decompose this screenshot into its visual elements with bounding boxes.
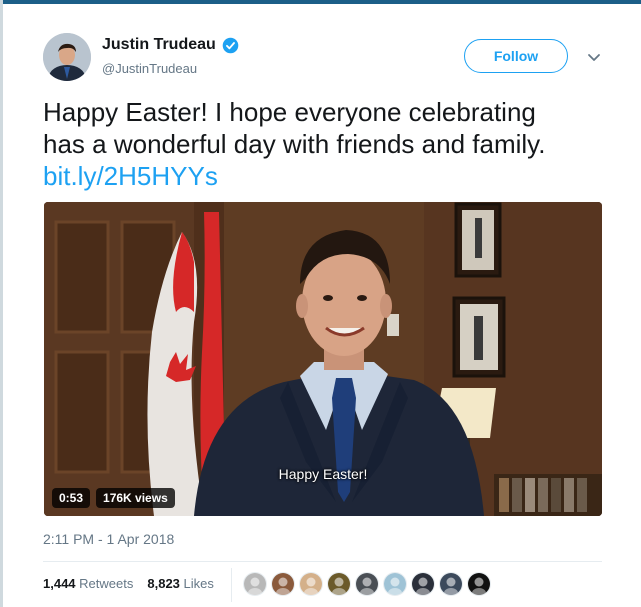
likes-stat[interactable]: 8,823 Likes <box>147 576 214 591</box>
divider <box>43 561 602 562</box>
window-top-border <box>0 0 641 4</box>
video-duration-badge: 0:53 <box>52 488 91 508</box>
liker-avatar-2-icon[interactable] <box>271 572 295 596</box>
chevron-down-icon[interactable] <box>584 47 604 67</box>
author-handle[interactable]: @JustinTrudeau <box>102 61 197 76</box>
follow-button[interactable]: Follow <box>464 39 568 73</box>
liker-avatar-8-icon[interactable] <box>439 572 463 596</box>
tweet-timestamp[interactable]: 2:11 PM - 1 Apr 2018 <box>43 531 174 547</box>
video-views-badge: 176K views <box>96 488 175 508</box>
liker-avatar-3-icon[interactable] <box>299 572 323 596</box>
liker-avatar-9-icon[interactable] <box>467 572 491 596</box>
stats-separator <box>231 568 232 602</box>
retweets-count: 1,444 <box>43 576 76 591</box>
tweet-link[interactable]: bit.ly/2H5HYYs <box>43 160 603 192</box>
retweets-label: Retweets <box>79 576 134 591</box>
video-caption: Happy Easter! <box>278 466 368 482</box>
tweet-text-line-1: Happy Easter! I hope everyone celebratin… <box>43 97 536 127</box>
author-avatar[interactable] <box>43 33 91 81</box>
liker-avatar-7-icon[interactable] <box>411 572 435 596</box>
liker-avatar-5-icon[interactable] <box>355 572 379 596</box>
tweet-text: Happy Easter! I hope everyone celebratin… <box>43 96 603 192</box>
liker-avatar-4-icon[interactable] <box>327 572 351 596</box>
video-player[interactable]: Happy Easter! 0:53 176K views <box>44 202 602 516</box>
verified-badge-icon <box>222 37 239 54</box>
likes-count: 8,823 <box>147 576 180 591</box>
engagement-stats: 1,444 Retweets 8,823 Likes <box>43 576 214 591</box>
likes-label: Likes <box>183 576 214 591</box>
window-left-border <box>0 0 3 607</box>
liker-avatars <box>243 572 491 596</box>
retweets-stat[interactable]: 1,444 Retweets <box>43 576 133 591</box>
author-name[interactable]: Justin Trudeau <box>102 36 216 54</box>
liker-avatar-1-icon[interactable] <box>243 572 267 596</box>
liker-avatar-6-icon[interactable] <box>383 572 407 596</box>
tweet-text-line-2: has a wonderful day with friends and fam… <box>43 129 546 159</box>
